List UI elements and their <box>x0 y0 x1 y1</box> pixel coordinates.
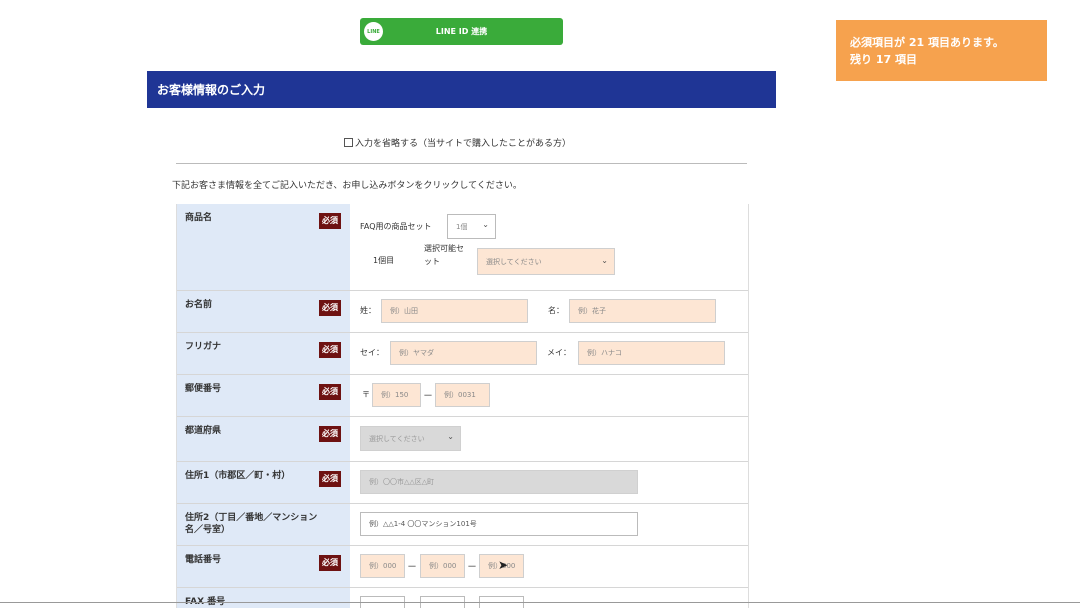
label-furigana: フリガナ <box>185 342 222 352</box>
label-cell-phone: 電話番号 必須 <box>177 546 350 587</box>
mei-label: メイ： <box>547 348 571 357</box>
chevron-down-icon: ⌄ <box>447 432 454 441</box>
label-name: お名前 <box>185 300 213 310</box>
row-furigana: フリガナ 必須 セイ： 例）ヤマダ メイ： 例）ハナコ <box>177 333 748 375</box>
field-cell-fax <box>350 588 748 608</box>
row-address1: 住所1（市郡区／町・村） 必須 例）〇〇市△△区△町 <box>177 462 748 504</box>
product-choice-label-2: ット <box>424 257 440 266</box>
phone-dash-2: － <box>467 562 477 573</box>
row-phone: 電話番号 必須 例）000 － 例）000 － 例）000 ➤ <box>177 546 748 588</box>
notice-line-2: 残り 17 項目 <box>850 53 917 66</box>
row-name: お名前 必須 姓： 例）山田 名： 例）花子 <box>177 291 748 333</box>
label-cell-postal: 郵便番号 必須 <box>177 375 350 416</box>
sei-input[interactable]: 例）ヤマダ <box>390 341 537 365</box>
required-badge: 必須 <box>319 342 341 358</box>
line-id-link-button[interactable]: LINE LINE ID 連携 <box>360 18 563 45</box>
chevron-down-icon: ⌄ <box>601 256 608 265</box>
header-title: お客様情報のご入力 <box>157 83 266 97</box>
label-phone: 電話番号 <box>185 555 222 565</box>
postal-dash: － <box>423 391 433 402</box>
label-cell-fax: FAX 番号 <box>177 588 350 608</box>
required-badge: 必須 <box>319 426 341 442</box>
postal-code-part1-input[interactable]: 例）150 <box>372 383 421 407</box>
label-cell-furigana: フリガナ 必須 <box>177 333 350 374</box>
field-cell-phone: 例）000 － 例）000 － 例）000 ➤ <box>350 546 748 587</box>
phone-part1-placeholder: 例）000 <box>369 562 397 570</box>
phone-part1-input[interactable]: 例）000 <box>360 554 405 578</box>
address2-placeholder: 例）△△1-4 〇〇マンション101号 <box>369 520 477 528</box>
line-logo-icon: LINE <box>364 22 383 41</box>
product-choice-label-1: 選択可能セ <box>424 244 464 253</box>
viewport-bottom-edge <box>0 602 1080 603</box>
required-badge: 必須 <box>319 555 341 571</box>
field-cell-address1: 例）〇〇市△△区△町 <box>350 462 748 503</box>
customer-info-header: お客様情報のご入力 <box>147 71 776 108</box>
field-cell-prefecture: 選択してください ⌄ <box>350 417 748 461</box>
label-product: 商品名 <box>185 213 213 223</box>
mouse-cursor-icon: ➤ <box>498 558 509 572</box>
address2-input[interactable]: 例）△△1-4 〇〇マンション101号 <box>360 512 638 536</box>
divider <box>176 163 747 164</box>
phone-dash-1: － <box>407 562 417 573</box>
row-address2: 住所2（丁目／番地／マンション名／号室） 例）△△1-4 〇〇マンション101号 <box>177 504 748 546</box>
field-cell-postal: 〒 例）150 － 例）0031 <box>350 375 748 416</box>
label-cell-name: お名前 必須 <box>177 291 350 332</box>
first-name-input[interactable]: 例）花子 <box>569 299 716 323</box>
required-badge: 必須 <box>319 213 341 229</box>
product-set-select[interactable]: 選択してください ⌄ <box>477 248 615 275</box>
last-name-placeholder: 例）山田 <box>390 307 418 315</box>
last-name-label: 姓： <box>360 306 376 315</box>
line-button-label: LINE ID 連携 <box>435 27 488 36</box>
label-cell-prefecture: 都道府県 必須 <box>177 417 350 461</box>
last-name-input[interactable]: 例）山田 <box>381 299 528 323</box>
customer-form: 商品名 必須 FAQ用の商品セット 1個 ⌄ 1個目 選択可能セ ット 選択して… <box>176 204 749 608</box>
postal-mark: 〒 <box>362 390 370 399</box>
mei-placeholder: 例）ハナコ <box>587 349 622 357</box>
row-product: 商品名 必須 FAQ用の商品セット 1個 ⌄ 1個目 選択可能セ ット 選択して… <box>177 204 748 291</box>
first-name-placeholder: 例）花子 <box>578 307 606 315</box>
label-postal: 郵便番号 <box>185 384 222 394</box>
notice-line-1: 必須項目が 21 項目あります。 <box>850 36 1004 49</box>
field-cell-address2: 例）△△1-4 〇〇マンション101号 <box>350 504 748 545</box>
product-item-label: 1個目 <box>373 256 395 265</box>
address1-placeholder: 例）〇〇市△△区△町 <box>369 478 435 486</box>
sei-placeholder: 例）ヤマダ <box>399 349 434 357</box>
prefecture-select[interactable]: 選択してください ⌄ <box>360 426 461 451</box>
chevron-down-icon: ⌄ <box>482 220 489 229</box>
phone-part2-input[interactable]: 例）000 <box>420 554 465 578</box>
label-cell-product: 商品名 必須 <box>177 204 350 290</box>
field-cell-name: 姓： 例）山田 名： 例）花子 <box>350 291 748 332</box>
intro-text: 下記お客さま情報を全てご記入いただき、お申し込みボタンをクリックしてください。 <box>172 181 522 191</box>
mei-input[interactable]: 例）ハナコ <box>578 341 725 365</box>
label-address2: 住所2（丁目／番地／マンション名／号室） <box>185 513 318 535</box>
required-badge: 必須 <box>319 300 341 316</box>
label-address1: 住所1（市郡区／町・村） <box>185 471 291 481</box>
label-cell-address2: 住所2（丁目／番地／マンション名／号室） <box>177 504 350 545</box>
prefecture-placeholder: 選択してください <box>369 434 425 443</box>
product-qty-select[interactable]: 1個 ⌄ <box>447 214 496 239</box>
row-postal: 郵便番号 必須 〒 例）150 － 例）0031 <box>177 375 748 417</box>
label-prefecture: 都道府県 <box>185 426 222 436</box>
field-cell-product: FAQ用の商品セット 1個 ⌄ 1個目 選択可能セ ット 選択してください ⌄ <box>350 204 748 290</box>
sei-label: セイ： <box>360 348 384 357</box>
skip-input-checkbox[interactable] <box>344 138 353 147</box>
product-set-label: FAQ用の商品セット <box>360 222 432 231</box>
required-fields-notice: 必須項目が 21 項目あります。 残り 17 項目 <box>836 20 1047 81</box>
product-qty-value: 1個 <box>456 222 468 231</box>
postal-code-part2-input[interactable]: 例）0031 <box>435 383 490 407</box>
product-set-placeholder: 選択してください <box>486 257 542 266</box>
required-badge: 必須 <box>319 384 341 400</box>
first-name-label: 名： <box>548 306 564 315</box>
postal-part1-placeholder: 例）150 <box>381 391 409 399</box>
skip-input-label: 入力を省略する（当サイトで購入したことがある方） <box>355 139 572 149</box>
row-fax: FAX 番号 <box>177 588 748 608</box>
row-prefecture: 都道府県 必須 選択してください ⌄ <box>177 417 748 462</box>
address1-input[interactable]: 例）〇〇市△△区△町 <box>360 470 638 494</box>
skip-input-option[interactable]: 入力を省略する（当サイトで購入したことがある方） <box>344 136 571 149</box>
field-cell-furigana: セイ： 例）ヤマダ メイ： 例）ハナコ <box>350 333 748 374</box>
postal-part2-placeholder: 例）0031 <box>444 391 476 399</box>
required-badge: 必須 <box>319 471 341 487</box>
label-cell-address1: 住所1（市郡区／町・村） 必須 <box>177 462 350 503</box>
phone-part2-placeholder: 例）000 <box>429 562 457 570</box>
